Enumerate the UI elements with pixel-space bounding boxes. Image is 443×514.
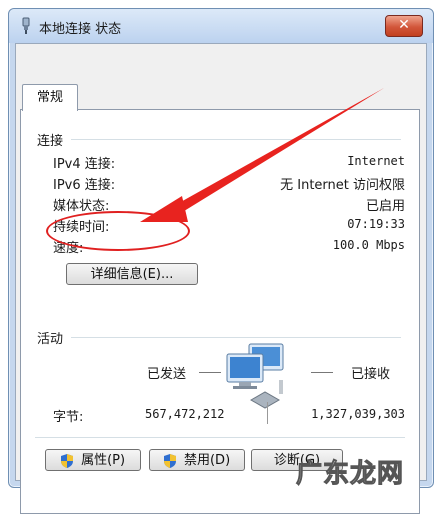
watermark: 广东龙网 xyxy=(295,459,405,490)
annotation-arrow xyxy=(140,88,384,222)
tab-general[interactable]: 常规 xyxy=(22,84,78,111)
